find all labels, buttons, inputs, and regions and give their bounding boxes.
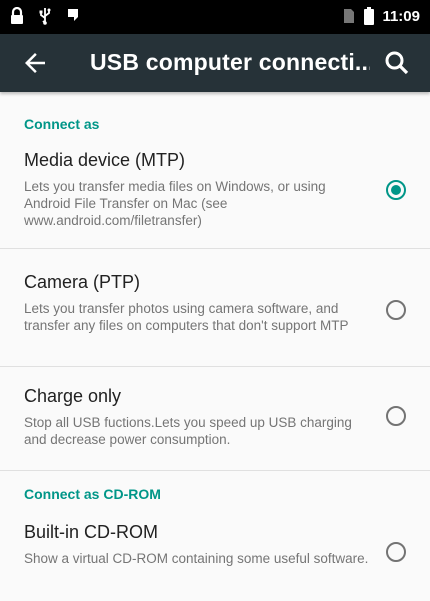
battery-icon [364,7,375,25]
status-icons-right: 11:09 [342,7,420,25]
option-media-device[interactable]: Media device (MTP) Lets you transfer med… [0,142,430,240]
option-summary: Show a virtual CD-ROM containing some us… [24,551,369,566]
radio-cdrom[interactable] [386,542,406,562]
status-icons-left [10,7,80,25]
search-icon[interactable] [382,48,412,78]
option-title: Charge only [24,386,122,406]
option-title: Media device (MTP) [24,150,186,170]
no-sim-icon [344,9,355,23]
option-summary: Lets you transfer photos using camera so… [24,301,349,333]
page-title: USB computer connecti... [90,49,370,75]
divider [0,366,430,367]
divider [0,248,430,249]
divider [0,470,430,471]
section-header-connect-as-cdrom: Connect as CD-ROM [24,486,161,502]
lock-icon [11,7,23,24]
radio-charge-only[interactable] [386,406,406,426]
option-charge-only[interactable]: Charge only Stop all USB fuctions.Lets y… [0,378,430,458]
arrow-back-icon[interactable] [20,48,50,78]
option-title: Camera (PTP) [24,272,141,292]
radio-media-device[interactable] [386,180,406,200]
status-time: 11:09 [382,7,420,25]
option-summary: Stop all USB fuctions.Lets you speed up … [24,415,352,447]
option-cdrom[interactable]: Built-in CD-ROM Show a virtual CD-ROM co… [0,514,430,594]
option-camera[interactable]: Camera (PTP) Lets you transfer photos us… [0,264,430,360]
status-bar: 11:09 [0,0,430,34]
option-title: Built-in CD-ROM [24,522,159,542]
app-toolbar: USB computer connecti... [0,34,430,92]
option-summary: Lets you transfer media files on Windows… [24,179,326,228]
radio-camera[interactable] [386,300,406,320]
section-header-connect-as: Connect as [24,116,100,132]
notification-icon [68,9,78,21]
usb-icon [39,8,51,25]
